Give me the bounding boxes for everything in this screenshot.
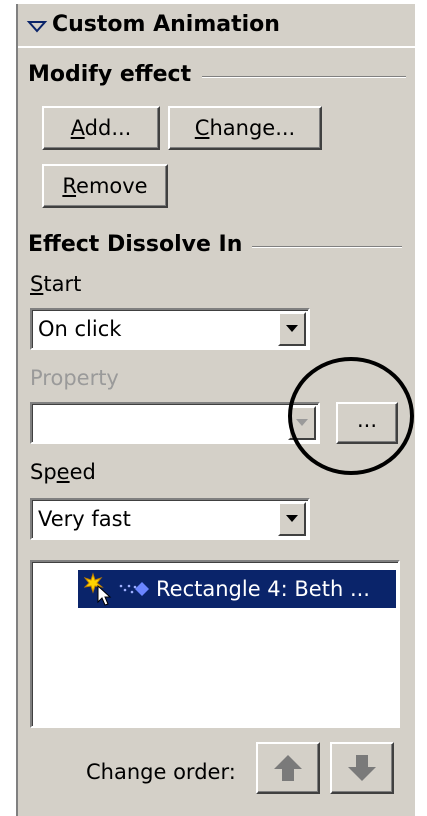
start-dropdown-button[interactable]: [278, 312, 306, 346]
pane-header: Custom Animation: [18, 4, 415, 48]
effect-divider: [252, 246, 402, 248]
effect-heading: Effect Dissolve In: [28, 232, 243, 257]
property-dropdown: [30, 402, 320, 444]
speed-dropdown-button[interactable]: [278, 502, 306, 536]
speed-dropdown[interactable]: Very fast: [30, 498, 310, 540]
property-label: Property: [30, 366, 119, 390]
arrow-down-icon: [348, 755, 376, 781]
start-label: Start: [30, 272, 82, 296]
animation-order-list[interactable]: Rectangle 4: Beth ...: [30, 560, 400, 728]
list-item-label: Rectangle 4: Beth ...: [156, 577, 370, 601]
add-effect-button[interactable]: Add...: [42, 106, 160, 150]
click-trigger-icon: [84, 572, 112, 606]
list-item[interactable]: Rectangle 4: Beth ...: [78, 570, 396, 608]
start-dropdown[interactable]: On click: [30, 308, 310, 350]
speed-label: Speed: [30, 460, 96, 484]
modify-effect-divider: [202, 76, 406, 78]
remove-effect-button[interactable]: Remove: [42, 164, 168, 208]
modify-effect-heading: Modify effect: [28, 62, 192, 87]
chevron-down-icon: [286, 515, 298, 522]
pane-title: Custom Animation: [52, 12, 280, 37]
move-down-button[interactable]: [330, 742, 394, 794]
change-effect-button[interactable]: Change...: [168, 106, 322, 150]
chevron-down-icon: [286, 325, 298, 332]
dissolve-effect-icon: [119, 582, 149, 596]
collapse-arrow-icon[interactable]: [26, 16, 48, 38]
speed-value: Very fast: [38, 507, 131, 531]
change-order-label: Change order:: [86, 760, 236, 784]
highlight-annotation-circle: [288, 357, 414, 475]
move-up-button[interactable]: [256, 742, 320, 794]
arrow-up-icon: [274, 755, 302, 781]
start-value: On click: [38, 317, 122, 341]
